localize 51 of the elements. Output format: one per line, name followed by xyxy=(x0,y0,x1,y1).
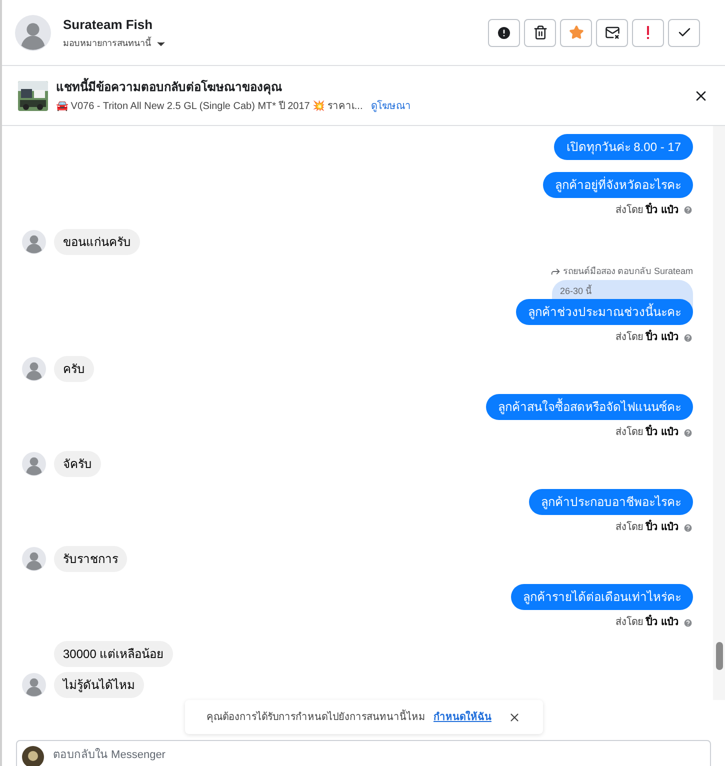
avatar-icon xyxy=(22,230,46,254)
avatar-icon xyxy=(22,547,46,571)
avatar-icon xyxy=(22,746,44,766)
unread-button[interactable] xyxy=(596,18,628,46)
incoming-message: จัครับ xyxy=(54,451,101,477)
star-icon xyxy=(568,25,584,40)
avatar-icon xyxy=(22,452,46,476)
help-icon xyxy=(683,428,693,438)
sent-by-label: ส่งโดย ปิ๋ว แป๋ว xyxy=(615,426,679,439)
help-icon xyxy=(683,332,693,342)
sent-by-label: ส่งโดย ปิ๋ว แป๋ว xyxy=(615,204,679,216)
avatar-icon xyxy=(15,14,51,50)
done-button[interactable] xyxy=(668,18,700,46)
reply-icon xyxy=(550,266,561,277)
incoming-message: ครับ xyxy=(54,356,94,382)
assign-to-me-link[interactable]: กำหนดให้ฉัน xyxy=(434,710,492,724)
sent-by-label: ส่งโดย ปิ๋ว แป๋ว xyxy=(615,616,679,629)
reply-label: รถยนต์มือสอง ตอบกลับ Surateam xyxy=(562,264,693,278)
star-button[interactable] xyxy=(560,18,592,46)
help-icon xyxy=(683,618,693,628)
incoming-message: 30000 แต่เหลือน้อย xyxy=(54,641,173,667)
outgoing-message: เปิดทุกวันค่ะ 8.00 - 17 xyxy=(554,134,693,160)
contact-name: Surateam Fish xyxy=(63,16,154,34)
avatar-icon xyxy=(22,357,46,381)
report-button[interactable] xyxy=(488,18,520,46)
exclamation-icon xyxy=(646,26,650,40)
avatar-icon xyxy=(22,673,46,697)
reply-field[interactable]: ตอบกลับใน Messenger xyxy=(16,740,711,766)
incoming-message: ไม่รู้ดันได้ไหม xyxy=(54,672,144,698)
delete-button[interactable] xyxy=(524,18,556,46)
assign-prompt-text: คุณต้องการได้รับการกำหนดไปยังการสนทนานี้ไหม xyxy=(206,710,426,724)
incoming-message: ขอนแก่นครับ xyxy=(54,228,140,254)
ad-snippet: 🚘 V076 - Triton All New 2.5 GL (Single Cab) MT* ปี 2017 💥 ราคาเ... xyxy=(56,99,363,114)
outgoing-message: ลูกค้าช่วงประมาณช่วงนี้นะคะ xyxy=(516,299,693,325)
close-button[interactable] xyxy=(508,710,520,724)
sent-by-label: ส่งโดย ปิ๋ว แป๋ว xyxy=(615,521,679,534)
incoming-message: รับราชการ xyxy=(54,546,127,572)
trash-icon xyxy=(532,25,548,40)
outgoing-message: ลูกค้าสนใจซื้อสดหรือจัดไฟแนนซ์คะ xyxy=(486,394,693,420)
spam-button[interactable] xyxy=(632,18,664,46)
envelope-icon xyxy=(604,25,620,40)
ad-banner-title: แชทนี้มีข้อความตอบกลับต่อโฆษณาของคุณ xyxy=(56,78,283,96)
help-icon xyxy=(683,205,693,215)
outgoing-message: ลูกค้ารายได้ต่อเดือนเท่าไหร่คะ xyxy=(511,584,693,610)
sent-by-label: ส่งโดย ปิ๋ว แป๋ว xyxy=(615,331,679,344)
outgoing-message: ลูกค้าประกอบอาชีพอะไรคะ xyxy=(529,489,693,515)
outgoing-message: ลูกค้าอยู่ที่จังหวัดอะไรคะ xyxy=(543,172,693,198)
view-ad-link[interactable]: ดูโฆษณา xyxy=(370,98,411,114)
alert-icon xyxy=(496,24,512,40)
assign-dropdown[interactable]: มอบหมายการสนทนานี้ xyxy=(63,37,167,50)
help-icon xyxy=(683,522,693,532)
